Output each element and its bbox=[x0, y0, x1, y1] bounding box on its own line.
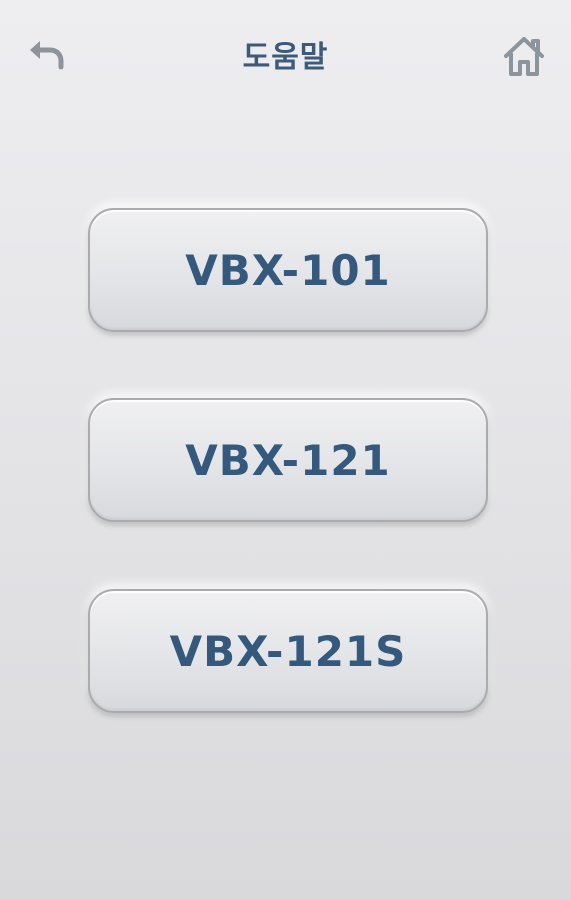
home-icon bbox=[504, 37, 544, 76]
page-title: 도움말 bbox=[242, 40, 329, 75]
model-button-vbx-121s[interactable]: VBX-121S bbox=[88, 589, 488, 713]
model-button-vbx-101[interactable]: VBX-101 bbox=[88, 208, 488, 332]
home-button[interactable] bbox=[500, 32, 548, 80]
model-button-label: VBX-121 bbox=[185, 435, 391, 485]
model-button-label: VBX-121S bbox=[169, 626, 407, 676]
model-button-vbx-121[interactable]: VBX-121 bbox=[88, 398, 488, 522]
top-bar: 도움말 bbox=[0, 0, 571, 110]
model-button-label: VBX-101 bbox=[185, 245, 391, 295]
